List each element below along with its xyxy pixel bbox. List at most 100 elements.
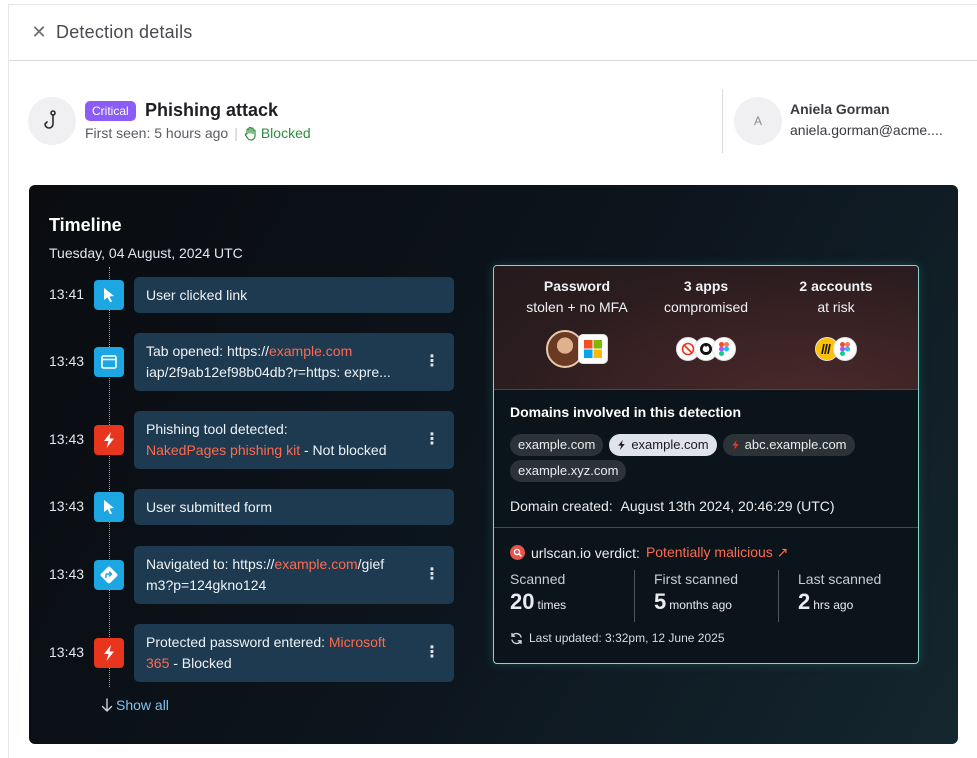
scan-count: Scanned 20 times	[510, 571, 566, 621]
user-email: aniela.gorman@acme....	[790, 122, 943, 138]
event-card[interactable]: User clicked link	[134, 277, 454, 313]
scan-label: Last scanned	[798, 571, 882, 587]
password-owner-icons	[507, 330, 647, 368]
detection-summary-card: Password stolen + no MFA 3 apps compromi…	[493, 265, 919, 664]
timeline-date: Tuesday, 04 August, 2024 UTC	[49, 245, 243, 261]
lightning-icon	[94, 425, 124, 455]
timeline-panel: Timeline Tuesday, 04 August, 2024 UTC 13…	[29, 185, 958, 744]
timeline-event: 13:41 User clicked link	[29, 277, 469, 313]
event-card[interactable]: User submitted form	[134, 489, 454, 525]
user-name: Aniela Gorman	[790, 101, 890, 117]
scan-label: First scanned	[654, 571, 739, 587]
scan-value: 20 times	[510, 589, 566, 615]
event-line-1: Tab opened: https://example.com	[146, 341, 408, 362]
browser-tab-icon	[94, 347, 124, 377]
impact-stats: Password stolen + no MFA 3 apps compromi…	[494, 266, 918, 390]
domain-chip[interactable]: example.xyz.com	[510, 460, 627, 482]
timeline-event: 13:43 User submitted form	[29, 489, 469, 525]
status-text: Blocked	[260, 125, 311, 141]
domain-name: example.com	[631, 437, 709, 452]
event-card[interactable]: Protected password entered: Microsoft 36…	[134, 624, 454, 682]
stat-password: Password stolen + no MFA	[507, 276, 647, 318]
more-options-icon[interactable]: ⋮	[424, 645, 440, 661]
event-link[interactable]: NakedPages phishing kit	[146, 442, 300, 458]
event-line-1: Phishing tool detected:	[146, 421, 288, 437]
show-all-link[interactable]: Show all	[101, 697, 169, 713]
event-line-2: NakedPages phishing kit - Not blocked	[146, 440, 408, 461]
microsoft-icon	[578, 334, 608, 364]
event-line-2: iap/2f9ab12ef98b04db?r=https: expre...	[146, 364, 391, 380]
scan-divider	[778, 570, 779, 622]
event-line-2: 365 - Blocked	[146, 653, 408, 674]
domain-chip[interactable]: example.com	[609, 434, 717, 456]
event-line-1: Navigated to: https://example.com/gief	[146, 554, 408, 575]
event-time: 13:43	[49, 566, 85, 582]
first-seen-text: First seen: 5 hours ago	[85, 125, 229, 141]
event-time: 13:43	[49, 644, 85, 660]
scan-unit: months ago	[669, 598, 732, 612]
meta-separator: |	[234, 125, 238, 141]
more-options-icon[interactable]: ⋮	[424, 354, 440, 370]
event-text: User submitted form	[146, 498, 273, 515]
urlscan-verdict: urlscan.io verdict: Potentially maliciou…	[510, 544, 788, 561]
event-text: User clicked link	[146, 286, 248, 303]
figma-icon	[833, 337, 857, 361]
stat-accounts: 2 accounts at risk	[766, 276, 906, 318]
more-options-icon[interactable]: ⋮	[424, 567, 440, 583]
status-badge: Blocked	[244, 125, 311, 141]
stat-title: 2 accounts	[799, 278, 873, 294]
event-card[interactable]: Phishing tool detected: NakedPages phish…	[134, 411, 454, 469]
lightning-icon	[94, 638, 124, 668]
event-text: Protected password entered:	[146, 634, 329, 650]
compromised-app-icons	[636, 337, 776, 361]
event-text: /gief	[357, 556, 385, 572]
scan-label: Scanned	[510, 571, 566, 587]
scan-number: 2	[798, 589, 811, 614]
lightning-icon	[618, 439, 626, 451]
more-options-icon[interactable]: ⋮	[424, 432, 440, 448]
event-card[interactable]: Navigated to: https://example.com/gief m…	[134, 546, 454, 604]
show-all-label: Show all	[116, 697, 169, 713]
event-text: Navigated to: https://	[146, 556, 275, 572]
event-link[interactable]: 365	[146, 655, 169, 671]
scan-unit: hrs ago	[813, 598, 854, 612]
event-line-2: m3?p=124gkno124	[146, 577, 267, 593]
stat-subtitle: compromised	[663, 299, 749, 315]
domain-chip[interactable]: example.com	[510, 434, 604, 456]
scan-number: 5	[654, 589, 667, 614]
event-link[interactable]: example.com	[274, 556, 357, 572]
detection-meta: First seen: 5 hours ago | Blocked	[85, 125, 311, 141]
refresh-icon	[511, 632, 522, 644]
scan-number: 20	[510, 589, 535, 614]
cursor-icon	[94, 492, 124, 522]
last-scanned: Last scanned 2 hrs ago	[798, 571, 881, 621]
at-risk-account-icons	[766, 337, 906, 361]
stat-subtitle: stolen + no MFA	[526, 299, 628, 315]
detection-details-panel: ✕ Detection details Critical Phishing at…	[8, 4, 977, 758]
verdict-value: Potentially malicious	[645, 544, 773, 560]
scan-value: 2 hrs ago	[798, 589, 881, 615]
page-title: Detection details	[56, 22, 193, 42]
last-updated-text: Last updated: 3:32pm, 12 June 2025	[529, 631, 725, 645]
event-link[interactable]: Microsoft	[329, 634, 386, 650]
stat-title: 3 apps	[683, 278, 729, 294]
event-time: 13:41	[49, 286, 85, 302]
stat-subtitle: at risk	[817, 299, 855, 315]
stat-title: Password	[543, 278, 611, 294]
timeline-event: 13:43 Navigated to: https://example.com/…	[29, 546, 469, 604]
first-scanned: First scanned 5 months ago	[654, 571, 738, 621]
event-card[interactable]: Tab opened: https://example.com iap/2f9a…	[134, 333, 454, 391]
event-time: 13:43	[49, 431, 85, 447]
event-time: 13:43	[49, 498, 85, 514]
timeline-event: 13:43 Phishing tool detected: NakedPages…	[29, 411, 469, 469]
hand-icon	[244, 126, 256, 141]
close-icon[interactable]: ✕	[29, 22, 49, 42]
domain-chip[interactable]: abc.example.com	[722, 434, 855, 456]
verdict-label: urlscan.io verdict:	[531, 544, 640, 561]
verdict-link[interactable]: Potentially malicious ↗	[646, 544, 788, 561]
avatar: A	[734, 97, 782, 145]
domain-name: example.com	[518, 437, 596, 452]
event-text: Tab opened: https://	[146, 343, 269, 359]
event-link[interactable]: example.com	[269, 343, 352, 359]
urlscan-icon	[510, 545, 525, 560]
